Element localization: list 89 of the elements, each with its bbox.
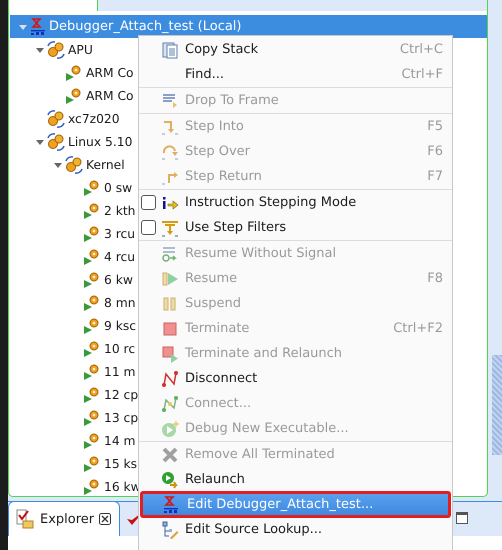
tree-item[interactable]: APU <box>9 38 141 61</box>
step-over-icon <box>161 142 179 160</box>
maximize-icon[interactable] <box>456 512 468 524</box>
tree-label: 8 mn <box>104 296 136 310</box>
tree-item[interactable]: Kernel <box>9 153 141 176</box>
tree-label: Linux 5.10 <box>68 134 132 148</box>
remove-all-icon <box>161 446 179 464</box>
thread-icon <box>83 362 101 380</box>
stack-arrow-icon <box>161 92 179 110</box>
relaunch-icon <box>161 470 179 488</box>
tree-label: 10 rc <box>104 342 136 356</box>
tree-label: xc7z020 <box>68 112 120 126</box>
thread-icon <box>65 64 83 82</box>
stop-icon <box>161 320 179 338</box>
tree-label: Debugger_Attach_test (Local) <box>49 19 242 34</box>
source-tree-icon <box>161 520 179 538</box>
tree-item[interactable]: ARM Co <box>9 84 141 107</box>
menu-item[interactable]: Relaunch <box>139 467 452 492</box>
tree-label: 6 kw <box>104 272 133 286</box>
tree-item[interactable]: 4 rcu <box>9 245 141 268</box>
thread-icon <box>83 386 101 404</box>
thread-icon <box>83 316 101 334</box>
menu-item[interactable]: Disconnect <box>139 366 452 391</box>
step-filter-icon <box>161 218 179 236</box>
menu-item[interactable]: Edit Source Lookup... <box>139 517 452 542</box>
stop-relaunch-icon <box>161 344 179 362</box>
clipboard-icon <box>161 40 179 58</box>
tree-label: 15 ks <box>104 456 138 470</box>
gears-icon <box>47 40 65 58</box>
tree-item[interactable]: 15 ks <box>9 452 141 475</box>
tree-label: 13 cp <box>104 410 138 424</box>
tree-item[interactable]: 3 rcu <box>9 222 141 245</box>
tree-label: APU <box>68 42 93 56</box>
tree-label: 0 sw <box>104 180 132 194</box>
checkbox[interactable] <box>141 195 156 210</box>
tree-label: ARM Co <box>86 88 134 102</box>
tcf-logo-icon <box>30 18 46 36</box>
tree-label: 4 rcu <box>104 250 136 264</box>
tree-item[interactable]: 13 cp <box>9 406 141 429</box>
tree-label: 12 cp <box>104 388 138 402</box>
tree-item[interactable]: 8 mn <box>9 291 141 314</box>
tree-item[interactable]: 9 ksc <box>9 314 141 337</box>
document-icon <box>15 509 35 529</box>
close-icon[interactable] <box>99 513 112 525</box>
tcf-icon <box>163 496 179 514</box>
scrollbar-thumb[interactable] <box>492 355 502 455</box>
thread-icon <box>83 294 101 312</box>
tree-item[interactable]: 2 kth <box>9 199 141 222</box>
tree-item[interactable]: 12 cp <box>9 383 141 406</box>
gears-icon <box>47 132 65 150</box>
checkbox[interactable] <box>141 220 156 235</box>
disconnect-icon <box>161 370 179 388</box>
tree-item[interactable]: ARM Co <box>9 61 141 84</box>
thread-icon <box>83 408 101 426</box>
thread-icon <box>83 432 101 450</box>
gears-icon <box>65 156 83 174</box>
menu-item[interactable]: Find... Ctrl+F <box>139 62 452 87</box>
debug-new-icon <box>161 420 179 438</box>
explorer-tab[interactable]: Explorer <box>8 501 120 536</box>
thread-icon <box>83 178 101 196</box>
connect-icon <box>161 394 179 412</box>
tree-label: ARM Co <box>86 66 134 80</box>
menu-item[interactable]: Copy Stack Ctrl+C <box>139 37 452 62</box>
thread-icon <box>83 202 101 220</box>
tree-item[interactable]: 0 sw <box>9 176 141 199</box>
menu-item[interactable]: Instruction Stepping Mode <box>139 190 452 215</box>
tree-item[interactable]: 14 m <box>9 429 141 452</box>
thread-icon <box>83 270 101 288</box>
tree-label: 2 kth <box>104 204 136 218</box>
gears-icon <box>47 110 65 128</box>
thread-icon <box>83 454 101 472</box>
tree-item[interactable]: xc7z020 <box>9 107 141 130</box>
resume-signal-icon <box>161 244 179 262</box>
thread-icon <box>83 248 101 266</box>
thread-icon <box>65 86 83 104</box>
thread-icon <box>83 478 101 496</box>
tree-label: 14 m <box>104 434 136 448</box>
tree-label: 9 ksc <box>104 318 136 332</box>
resume-icon <box>161 270 179 288</box>
tree-item[interactable]: 10 rc <box>9 337 141 360</box>
thread-icon <box>83 224 101 242</box>
tree-item[interactable]: 6 kw <box>9 268 141 291</box>
tree-label: Kernel <box>86 158 125 172</box>
tree-item[interactable]: Linux 5.10 <box>9 130 141 153</box>
tree-item[interactable]: 11 m <box>9 360 141 383</box>
menu-item[interactable]: Use Step Filters <box>139 215 452 240</box>
thread-icon <box>83 340 101 358</box>
tree-label: 11 m <box>104 364 136 378</box>
tree-label: 3 rcu <box>104 226 136 240</box>
